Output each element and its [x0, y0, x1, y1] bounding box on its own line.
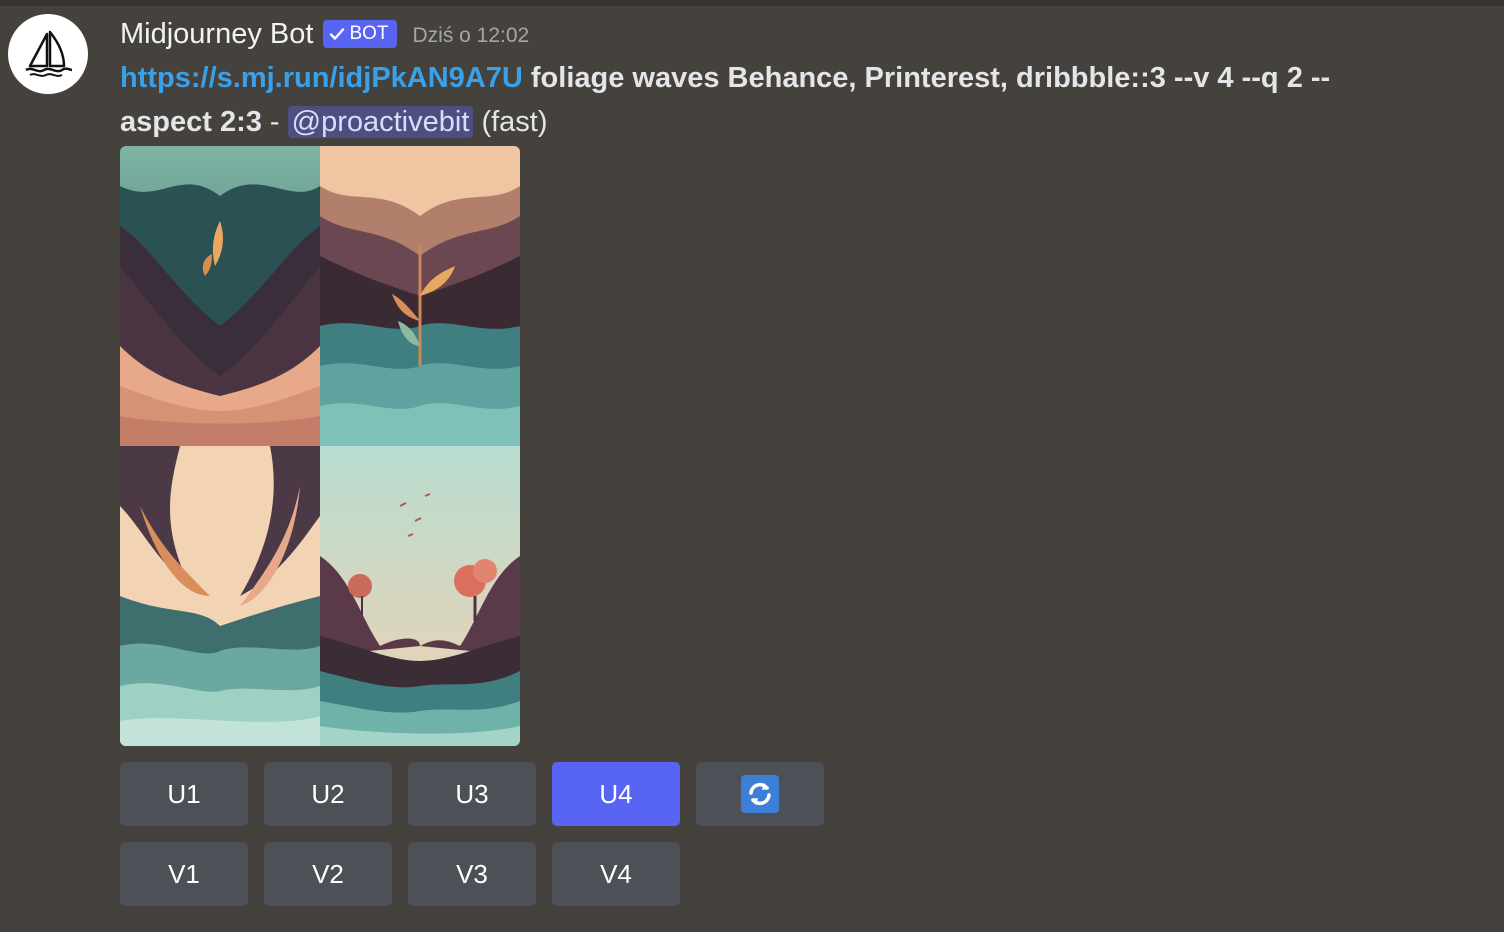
- variation-button-3[interactable]: V3: [408, 842, 536, 906]
- variation-button-1[interactable]: V1: [120, 842, 248, 906]
- foliage-wave-image-2: [320, 146, 520, 446]
- variation-button-4[interactable]: V4: [552, 842, 680, 906]
- speed-label: (fast): [481, 106, 548, 138]
- variation-button-2[interactable]: V2: [264, 842, 392, 906]
- upscale-button-1[interactable]: U1: [120, 762, 248, 826]
- top-divider: [0, 0, 1504, 6]
- checkmark-icon: [330, 28, 345, 40]
- foliage-wave-image-3: [120, 446, 320, 746]
- foliage-wave-image-4: [320, 446, 520, 746]
- refresh-icon: [741, 775, 779, 813]
- prompt-link[interactable]: https://s.mj.run/idjPkAN9A7U: [120, 62, 523, 94]
- message-timestamp[interactable]: Dziś o 12:02: [413, 24, 530, 48]
- separator: -: [261, 106, 288, 138]
- upscale-button-2[interactable]: U2: [264, 762, 392, 826]
- foliage-wave-image-1: [120, 146, 320, 446]
- user-mention[interactable]: @proactivebit: [287, 106, 474, 138]
- bot-tag: BOT: [323, 20, 397, 48]
- sailboat-logo-icon: [25, 30, 73, 77]
- message-content: https://s.mj.run/idjPkAN9A7U foliage wav…: [120, 56, 1410, 144]
- bot-tag-label: BOT: [349, 23, 389, 44]
- upscale-button-3[interactable]: U3: [408, 762, 536, 826]
- message-header: Midjourney Bot BOT Dziś o 12:02: [120, 14, 529, 54]
- reroll-button[interactable]: [696, 762, 824, 826]
- bot-avatar[interactable]: [8, 14, 88, 94]
- generated-image-grid[interactable]: [120, 146, 520, 746]
- author-name[interactable]: Midjourney Bot: [120, 18, 313, 51]
- upscale-button-4[interactable]: U4: [552, 762, 680, 826]
